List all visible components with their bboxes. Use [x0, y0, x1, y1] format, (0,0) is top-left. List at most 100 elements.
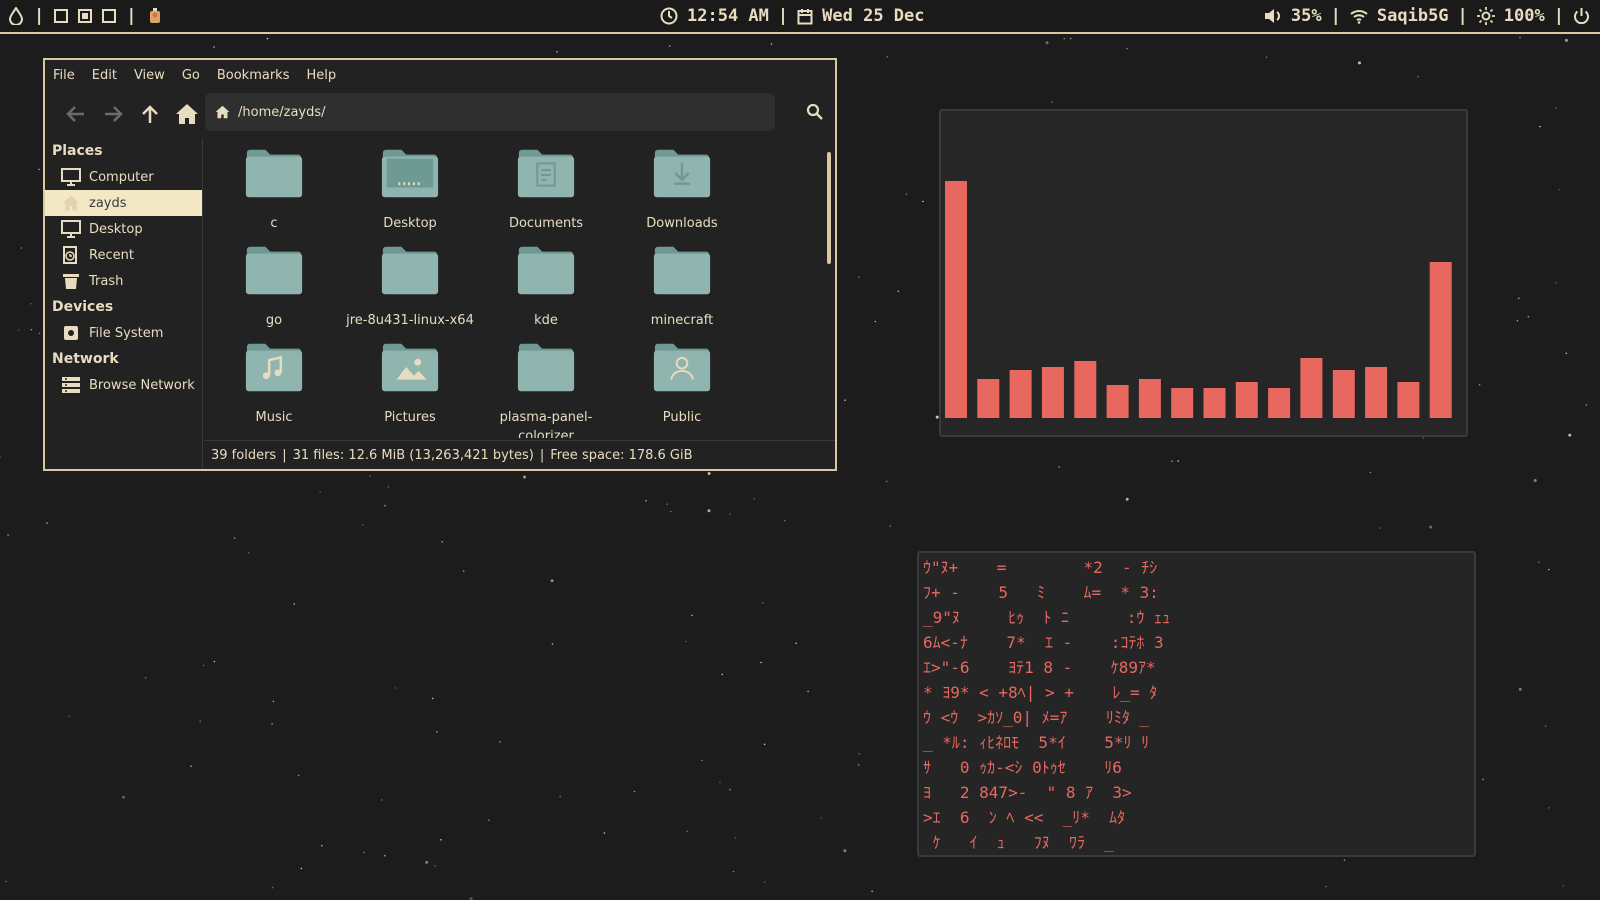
file-item[interactable]: Pictures	[342, 336, 478, 433]
visualizer-bar	[1106, 385, 1129, 418]
visualizer-bar	[1138, 379, 1161, 418]
matrix-line: ｹ ｲ ｭ ﾌﾇ ﾜﾗ _	[923, 833, 1114, 852]
menu-edit[interactable]: Edit	[92, 68, 117, 83]
visualizer-bar	[1332, 370, 1355, 418]
sidebar-item-zayds[interactable]: zayds	[45, 190, 202, 216]
volume-icon	[1264, 8, 1282, 24]
matrix-line: ﾖ 2 847>- " 8 ｱ 3>	[923, 783, 1132, 802]
matrix-line: >ｴ 6 ﾝ ﾍ << _ﾘ* ﾑﾀ	[923, 808, 1126, 827]
file-item[interactable]: go	[206, 239, 342, 336]
matrix-line: ｳ <ｳ >ｶｿ_0| ﾒ=ｱ ﾘﾐﾀ _	[923, 708, 1150, 727]
file-name: Music	[255, 410, 293, 425]
audio-visualizer-window	[939, 109, 1468, 437]
workspace-3[interactable]	[102, 9, 117, 23]
calendar-date[interactable]: Wed 25 Dec	[822, 6, 924, 26]
devices-heading: Devices	[52, 299, 114, 315]
visualizer-bar	[977, 379, 1000, 418]
file-name: kde	[534, 313, 558, 328]
network-icon	[62, 377, 80, 393]
sidebar: Places Computer zayds Desktop Recent Tra…	[45, 138, 203, 469]
arrow-left-icon	[65, 106, 84, 122]
home-icon	[175, 104, 198, 124]
visualizer-bar	[1268, 388, 1291, 418]
calendar-icon	[797, 8, 813, 25]
home-button[interactable]	[168, 99, 205, 129]
file-item[interactable]: Desktop	[342, 142, 478, 239]
sidebar-item-desktop[interactable]: Desktop	[45, 216, 202, 242]
menu-bookmarks[interactable]: Bookmarks	[217, 68, 290, 83]
separator: |	[1330, 6, 1341, 26]
network-heading: Network	[52, 351, 119, 367]
sidebar-item-browse-network[interactable]: Browse Network	[45, 372, 202, 398]
file-name: jre-8u431-linux-x64	[346, 313, 474, 328]
file-item[interactable]: c	[206, 142, 342, 239]
scrollbar[interactable]	[827, 138, 831, 438]
workspace-1[interactable]	[54, 9, 69, 23]
sidebar-item-recent[interactable]: Recent	[45, 242, 202, 268]
home-icon	[63, 195, 79, 211]
separator: |	[34, 6, 45, 26]
matrix-line: 6ﾑ<-ﾅ 7* ｴ - :ｺﾃﾎ 3	[923, 633, 1164, 652]
visualizer-bar	[1300, 358, 1323, 418]
clock-time[interactable]: 12:54 AM	[687, 6, 769, 26]
matrix-terminal-window: ｳ"ﾇ+ = *2 - ﾁｼ ﾌ+ - 5 ﾐ ﾑ= * 3: _9"ﾇ ﾋｩ ﾄ …	[917, 551, 1476, 857]
power-icon[interactable]	[1573, 7, 1590, 25]
arrow-right-icon	[104, 106, 123, 122]
menu-go[interactable]: Go	[182, 68, 200, 83]
file-item[interactable]: kde	[478, 239, 614, 336]
file-grid: c Desktop Documents Downloads go jre-8u4…	[204, 138, 816, 438]
separator: |	[1553, 6, 1564, 26]
app-icon[interactable]	[147, 7, 163, 25]
arrow-up-icon	[141, 105, 158, 123]
visualizer-bar	[945, 181, 967, 418]
folder-icon	[243, 146, 305, 206]
location-bar[interactable]: /home/zayds/	[205, 93, 775, 131]
sidebar-item-trash[interactable]: Trash	[45, 268, 202, 294]
brightness-level[interactable]: 100%	[1504, 6, 1545, 26]
status-folders: 39 folders	[211, 447, 277, 463]
sidebar-item-label: Recent	[89, 247, 134, 263]
file-name: Desktop	[383, 216, 437, 231]
workspace-2[interactable]	[78, 9, 93, 23]
sidebar-item-file-system[interactable]: File System	[45, 320, 202, 346]
forward-button[interactable]	[94, 99, 131, 129]
drop-icon[interactable]	[8, 7, 24, 25]
sidebar-item-label: Computer	[89, 169, 154, 185]
file-item[interactable]: jre-8u431-linux-x64	[342, 239, 478, 336]
monitor-icon	[61, 220, 81, 238]
menu-help[interactable]: Help	[306, 68, 336, 83]
file-item[interactable]: minecraft	[614, 239, 750, 336]
separator: |	[777, 6, 789, 26]
file-item[interactable]: Music	[206, 336, 342, 433]
file-item[interactable]: Public	[614, 336, 750, 433]
drive-icon	[64, 326, 78, 340]
file-item[interactable]: Documents	[478, 142, 614, 239]
menu-file[interactable]: File	[53, 68, 75, 83]
volume-level[interactable]: 35%	[1291, 6, 1322, 26]
sidebar-item-label: Trash	[89, 273, 124, 289]
up-button[interactable]	[131, 99, 168, 129]
visualizer-bar	[1074, 361, 1097, 418]
file-item[interactable]: Downloads	[614, 142, 750, 239]
search-button[interactable]	[806, 103, 823, 124]
monitor-icon	[61, 168, 81, 186]
folder-icon	[379, 146, 441, 206]
location-path: /home/zayds/	[238, 104, 326, 120]
sidebar-item-computer[interactable]: Computer	[45, 164, 202, 190]
wifi-network[interactable]: Saqib5G	[1377, 6, 1449, 26]
matrix-line: ｳ"ﾇ+ = *2 - ﾁｼ	[923, 558, 1158, 577]
matrix-line: ｴ>"-6 ﾖﾃ1 8 - ｹ89ｱ*	[923, 658, 1156, 677]
visualizer-bar	[1203, 388, 1226, 418]
home-icon	[215, 105, 230, 119]
file-name: Pictures	[384, 410, 436, 425]
scrollbar-thumb[interactable]	[827, 152, 831, 264]
folder-icon	[515, 340, 577, 400]
menu-view[interactable]: View	[134, 68, 165, 83]
folder-icon	[651, 243, 713, 303]
file-name: plasma-panel-colorizer	[499, 410, 593, 438]
back-button[interactable]	[57, 99, 94, 129]
visualizer-bar	[1041, 367, 1064, 418]
file-item[interactable]: plasma-panel-colorizer	[478, 336, 614, 438]
file-name: minecraft	[650, 313, 714, 328]
sun-icon	[1476, 7, 1495, 25]
